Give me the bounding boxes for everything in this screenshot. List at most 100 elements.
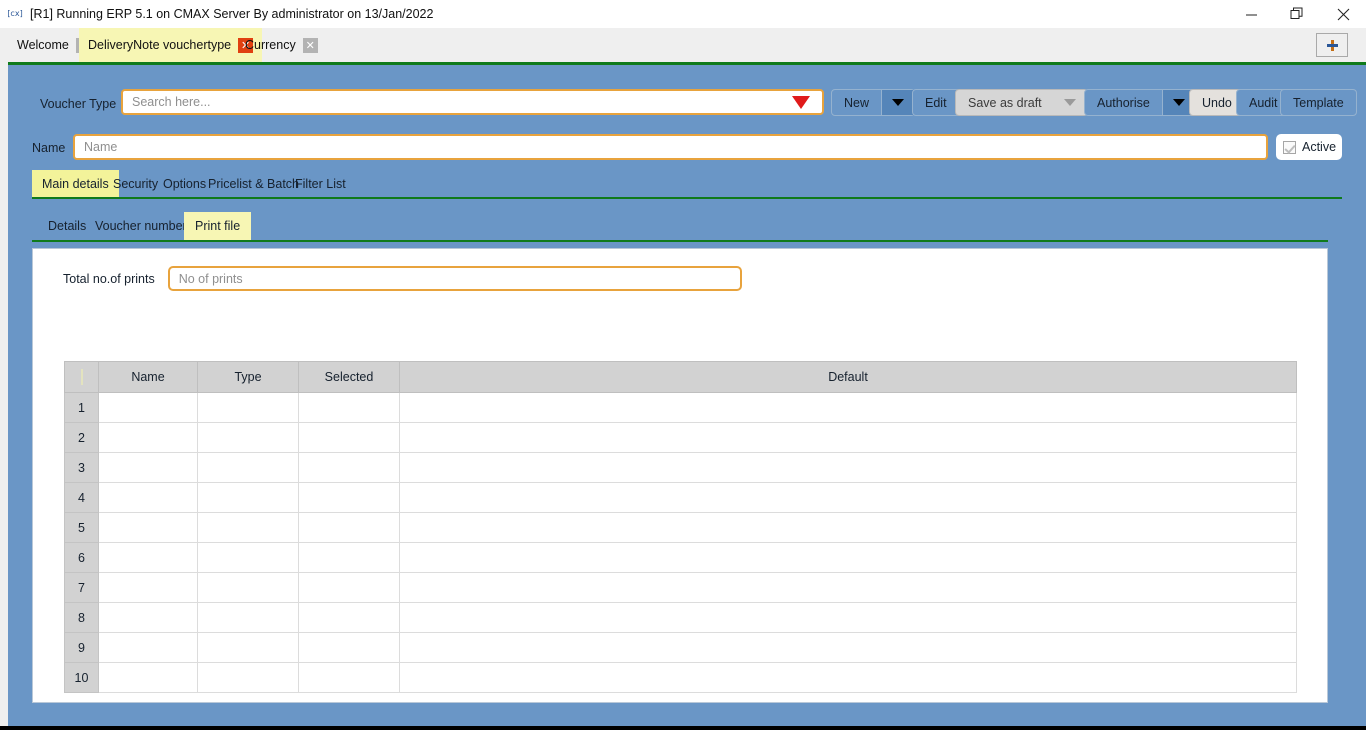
total-prints-row: Total no.of prints No of prints <box>63 266 742 291</box>
subtab-print-file[interactable]: Print file <box>184 212 252 240</box>
name-placeholder: Name <box>84 140 118 154</box>
table-row[interactable]: 6 <box>64 542 1297 573</box>
total-prints-input[interactable]: No of prints <box>167 266 742 291</box>
cell-selected[interactable] <box>298 602 400 633</box>
cell-name[interactable] <box>98 452 198 483</box>
table-row[interactable]: 5 <box>64 512 1297 543</box>
cell-default[interactable] <box>399 632 1297 663</box>
cell-name[interactable] <box>98 512 198 543</box>
search-input[interactable]: Search here... <box>121 89 824 115</box>
tab-deliverynote-vouchertype[interactable]: DeliveryNote vouchertype ✕ <box>79 28 263 62</box>
cell-name[interactable] <box>98 482 198 513</box>
row-number-cell[interactable]: 2 <box>64 422 99 453</box>
cell-default[interactable] <box>399 482 1297 513</box>
template-button[interactable]: Template <box>1280 89 1357 116</box>
row-number-cell[interactable]: 7 <box>64 572 99 603</box>
name-input[interactable]: Name <box>73 134 1268 160</box>
row-number-cell[interactable]: 5 <box>64 512 99 543</box>
dropdown-caret-icon[interactable] <box>792 95 810 109</box>
close-icon[interactable] <box>1320 0 1366 28</box>
cell-type[interactable] <box>197 572 299 603</box>
cell-name[interactable] <box>98 572 198 603</box>
cell-name[interactable] <box>98 662 198 693</box>
search-placeholder: Search here... <box>132 95 211 109</box>
cell-default[interactable] <box>399 662 1297 693</box>
cell-default[interactable] <box>399 452 1297 483</box>
row-number-cell[interactable]: 8 <box>64 602 99 633</box>
table-row[interactable]: 9 <box>64 632 1297 663</box>
new-button-label: New <box>844 95 870 110</box>
save-as-draft-label: Save as draft <box>968 95 1042 110</box>
table-row[interactable]: 10 <box>64 662 1297 693</box>
cell-name[interactable] <box>98 542 198 573</box>
cell-type[interactable] <box>197 482 299 513</box>
table-row[interactable]: 2 <box>64 422 1297 453</box>
total-prints-placeholder: No of prints <box>178 271 243 286</box>
cell-selected[interactable] <box>298 422 400 453</box>
tab-filter-list[interactable]: Filter List <box>285 170 356 197</box>
row-number-cell[interactable]: 6 <box>64 542 99 573</box>
cell-type[interactable] <box>197 632 299 663</box>
cell-default[interactable] <box>399 422 1297 453</box>
maximize-icon[interactable] <box>1274 0 1320 28</box>
cell-type[interactable] <box>197 542 299 573</box>
tab-label: DeliveryNote vouchertype <box>88 38 232 52</box>
authorise-button[interactable]: Authorise <box>1084 89 1196 116</box>
table-row[interactable]: 4 <box>64 482 1297 513</box>
cell-selected[interactable] <box>298 662 400 693</box>
column-header-default[interactable]: Default <box>399 361 1297 393</box>
cell-selected[interactable] <box>298 512 400 543</box>
app-icon: [cx] <box>7 9 23 18</box>
cell-default[interactable] <box>399 572 1297 603</box>
tab-label: Currency <box>245 38 296 52</box>
cell-default[interactable] <box>399 512 1297 543</box>
cell-name[interactable] <box>98 422 198 453</box>
table-row[interactable]: 7 <box>64 572 1297 603</box>
row-number-cell[interactable]: 10 <box>64 662 99 693</box>
print-file-panel: Total no.of prints No of prints Name Typ… <box>32 248 1328 703</box>
save-as-draft-dropdown-toggle[interactable] <box>1053 90 1087 115</box>
cell-selected[interactable] <box>298 482 400 513</box>
cell-selected[interactable] <box>298 632 400 663</box>
table-header: Name Type Selected Default <box>64 361 1297 393</box>
cell-selected[interactable] <box>298 542 400 573</box>
new-tab-button[interactable] <box>1316 33 1348 57</box>
cell-default[interactable] <box>399 542 1297 573</box>
cell-selected[interactable] <box>298 452 400 483</box>
row-number-cell[interactable]: 9 <box>64 632 99 663</box>
column-header-type[interactable]: Type <box>197 361 299 393</box>
save-as-draft-button[interactable]: Save as draft <box>955 89 1088 116</box>
row-number-cell[interactable]: 3 <box>64 452 99 483</box>
cell-type[interactable] <box>197 452 299 483</box>
minimize-icon[interactable] <box>1228 0 1274 28</box>
cell-default[interactable] <box>399 392 1297 423</box>
active-checkbox[interactable]: Active <box>1276 134 1342 160</box>
cell-type[interactable] <box>197 662 299 693</box>
table-row[interactable]: 1 <box>64 392 1297 423</box>
cell-selected[interactable] <box>298 572 400 603</box>
title-bar: [cx] [R1] Running ERP 5.1 on CMAX Server… <box>0 0 1366 28</box>
row-number-cell[interactable]: 4 <box>64 482 99 513</box>
column-header-selected[interactable]: Selected <box>298 361 400 393</box>
cell-type[interactable] <box>197 512 299 543</box>
tab-currency[interactable]: Currency ✕ <box>236 28 327 62</box>
cell-name[interactable] <box>98 392 198 423</box>
new-button[interactable]: New <box>831 89 916 116</box>
new-dropdown-toggle[interactable] <box>881 90 915 115</box>
plus-icon <box>1326 39 1338 51</box>
cell-name[interactable] <box>98 632 198 663</box>
table-row[interactable]: 3 <box>64 452 1297 483</box>
cell-name[interactable] <box>98 602 198 633</box>
edit-button[interactable]: Edit <box>912 89 960 116</box>
cell-type[interactable] <box>197 392 299 423</box>
table-row[interactable]: 8 <box>64 602 1297 633</box>
column-header-name[interactable]: Name <box>98 361 198 393</box>
cell-selected[interactable] <box>298 392 400 423</box>
cell-type[interactable] <box>197 422 299 453</box>
row-number-cell[interactable]: 1 <box>64 392 99 423</box>
table-corner-header[interactable] <box>64 361 99 393</box>
print-file-table: Name Type Selected Default 1 2 3 4 5 6 7 8 9 10 <box>64 361 1297 693</box>
cell-type[interactable] <box>197 602 299 633</box>
cell-default[interactable] <box>399 602 1297 633</box>
tab-close-icon[interactable]: ✕ <box>302 37 318 53</box>
